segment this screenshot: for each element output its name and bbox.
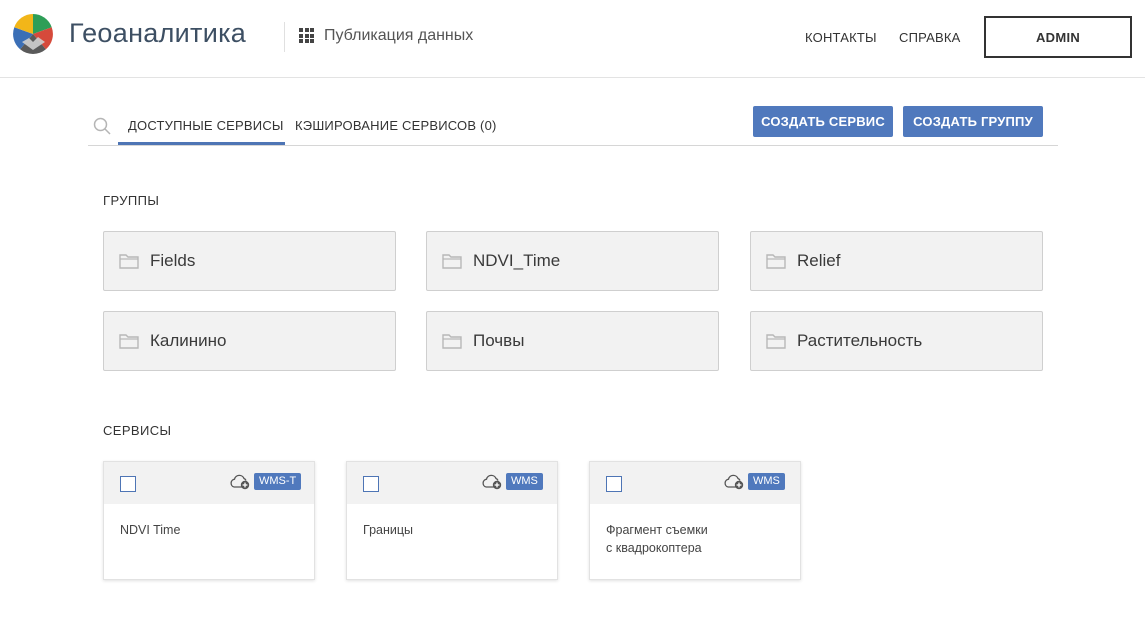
tabs-bar: ДОСТУПНЫЕ СЕРВИСЫ КЭШИРОВАНИЕ СЕРВИСОВ (… bbox=[88, 100, 1058, 146]
service-name: Фрагмент съемки с квадрокоптера bbox=[606, 523, 708, 555]
nav-help-link[interactable]: СПРАВКА bbox=[899, 30, 961, 45]
group-name: NDVI_Time bbox=[473, 251, 561, 270]
service-type-badge: WMS bbox=[506, 473, 543, 490]
service-checkbox[interactable] bbox=[363, 476, 379, 492]
header-divider bbox=[284, 22, 285, 52]
service-card[interactable]: WMS Границы bbox=[346, 461, 558, 580]
apps-grid-icon[interactable] bbox=[299, 28, 314, 43]
group-card[interactable]: Почвы bbox=[426, 311, 719, 371]
app-header: Геоаналитика Публикация данных КОНТАКТЫ … bbox=[0, 0, 1145, 78]
group-card[interactable]: NDVI_Time bbox=[426, 231, 719, 291]
search-icon[interactable] bbox=[93, 117, 111, 135]
active-tab-indicator bbox=[118, 142, 285, 145]
cloud-upload-icon[interactable] bbox=[229, 473, 251, 490]
services-heading: СЕРВИСЫ bbox=[103, 423, 172, 438]
service-checkbox[interactable] bbox=[606, 476, 622, 492]
cloud-upload-icon[interactable] bbox=[481, 473, 503, 490]
geoanalytics-logo-icon[interactable] bbox=[12, 13, 54, 55]
tab-available-services[interactable]: ДОСТУПНЫЕ СЕРВИСЫ bbox=[128, 118, 284, 133]
group-name: Relief bbox=[797, 251, 841, 270]
service-name: Границы bbox=[363, 523, 413, 537]
nav-contacts-link[interactable]: КОНТАКТЫ bbox=[805, 30, 877, 45]
service-card[interactable]: WMS-T NDVI Time bbox=[103, 461, 315, 580]
folder-icon bbox=[766, 334, 786, 349]
service-card-header: WMS bbox=[590, 462, 800, 504]
service-checkbox[interactable] bbox=[120, 476, 136, 492]
group-card[interactable]: Растительность bbox=[750, 311, 1043, 371]
create-service-button[interactable]: СОЗДАТЬ СЕРВИС bbox=[753, 106, 893, 137]
group-card[interactable]: Калинино bbox=[103, 311, 396, 371]
folder-icon bbox=[766, 254, 786, 269]
group-name: Калинино bbox=[150, 331, 227, 350]
brand-name: Геоаналитика bbox=[69, 18, 247, 48]
group-card[interactable]: Fields bbox=[103, 231, 396, 291]
service-type-badge: WMS bbox=[748, 473, 785, 490]
create-group-button[interactable]: СОЗДАТЬ ГРУППУ bbox=[903, 106, 1043, 137]
group-name: Почвы bbox=[473, 331, 525, 350]
admin-user-button[interactable]: ADMIN bbox=[984, 16, 1132, 58]
service-card-header: WMS-T bbox=[104, 462, 314, 504]
service-card[interactable]: WMS Фрагмент съемки с квадрокоптера bbox=[589, 461, 801, 580]
service-name: NDVI Time bbox=[120, 523, 181, 537]
service-card-header: WMS bbox=[347, 462, 557, 504]
folder-icon bbox=[442, 254, 462, 269]
folder-icon bbox=[442, 334, 462, 349]
section-title[interactable]: Публикация данных bbox=[324, 27, 473, 45]
cloud-upload-icon[interactable] bbox=[723, 473, 745, 490]
folder-icon bbox=[119, 254, 139, 269]
tab-service-caching[interactable]: КЭШИРОВАНИЕ СЕРВИСОВ (0) bbox=[295, 118, 497, 133]
service-type-badge: WMS-T bbox=[254, 473, 302, 490]
group-name: Растительность bbox=[797, 331, 923, 350]
group-card[interactable]: Relief bbox=[750, 231, 1043, 291]
folder-icon bbox=[119, 334, 139, 349]
group-name: Fields bbox=[150, 251, 196, 270]
groups-heading: ГРУППЫ bbox=[103, 193, 160, 208]
